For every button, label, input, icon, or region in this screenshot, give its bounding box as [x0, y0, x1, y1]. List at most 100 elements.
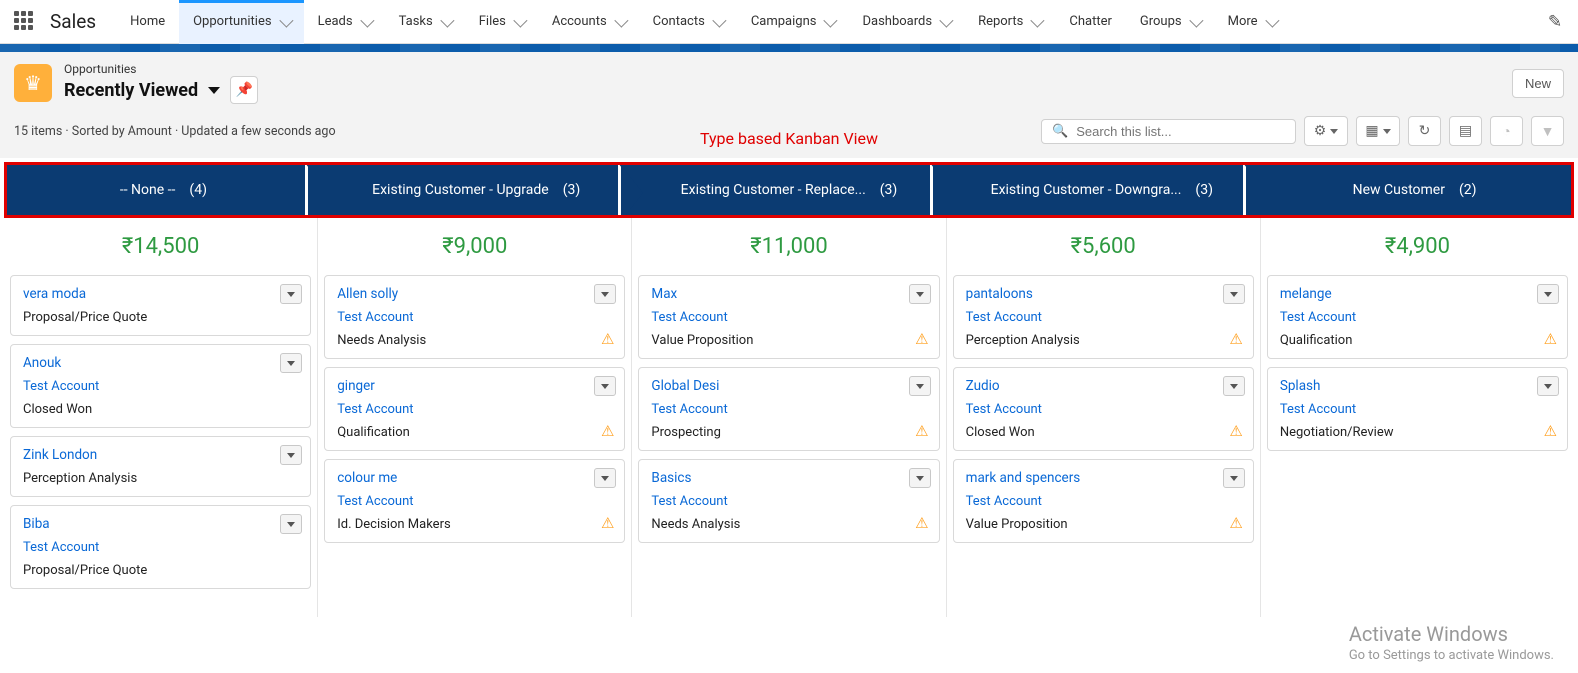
card-title-link[interactable]: Biba	[23, 516, 298, 532]
refresh-button[interactable]: ↻	[1408, 116, 1441, 146]
nav-item-dashboards[interactable]: Dashboards	[848, 0, 964, 44]
card-account-link[interactable]: Test Account	[651, 402, 926, 417]
kanban-card[interactable]: Zink LondonPerception Analysis	[10, 436, 311, 497]
chevron-down-icon	[601, 292, 609, 297]
card-account-link[interactable]: Test Account	[651, 494, 926, 509]
card-title-link[interactable]: ginger	[337, 378, 612, 394]
card-account-link[interactable]: Test Account	[337, 310, 612, 325]
card-account-link[interactable]: Test Account	[966, 402, 1241, 417]
card-title-link[interactable]: vera moda	[23, 286, 298, 302]
card-menu-button[interactable]	[1223, 468, 1245, 488]
list-view-switcher-icon[interactable]	[208, 87, 220, 94]
nav-item-home[interactable]: Home	[116, 0, 179, 44]
card-account-link[interactable]: Test Account	[337, 494, 612, 509]
card-account-link[interactable]: Test Account	[337, 402, 612, 417]
card-account-link[interactable]: Test Account	[966, 310, 1241, 325]
kanban-card[interactable]: vera modaProposal/Price Quote	[10, 275, 311, 336]
card-title-link[interactable]: Allen solly	[337, 286, 612, 302]
edit-nav-icon[interactable]: ✎	[1540, 12, 1570, 32]
card-title-link[interactable]: Basics	[651, 470, 926, 486]
card-menu-button[interactable]	[280, 284, 302, 304]
kanban-stage[interactable]: New Customer(2)	[1258, 165, 1571, 215]
kanban-stage-header: -- None --(4)Existing Customer - Upgrade…	[4, 162, 1574, 218]
kanban-card[interactable]: BasicsTest AccountNeeds Analysis⚠	[638, 459, 939, 543]
card-title-link[interactable]: Zudio	[966, 378, 1241, 394]
kanban-card[interactable]: melangeTest AccountQualification⚠	[1267, 275, 1568, 359]
kanban-stage[interactable]: Existing Customer - Replace...(3)	[633, 165, 946, 215]
nav-item-reports[interactable]: Reports	[964, 0, 1055, 44]
card-menu-button[interactable]	[1223, 284, 1245, 304]
nav-item-groups[interactable]: Groups	[1126, 0, 1214, 44]
card-account-link[interactable]: Test Account	[651, 310, 926, 325]
list-meta-text: 15 items · Sorted by Amount · Updated a …	[14, 124, 336, 139]
card-menu-button[interactable]	[1223, 376, 1245, 396]
kanban-card[interactable]: AnoukTest AccountClosed Won	[10, 344, 311, 428]
filter-button[interactable]: ▼	[1531, 116, 1564, 146]
kanban-stage[interactable]: -- None --(4)	[7, 165, 320, 215]
card-menu-button[interactable]	[1537, 376, 1559, 396]
search-input[interactable]	[1076, 124, 1285, 139]
card-menu-button[interactable]	[594, 376, 616, 396]
card-title-link[interactable]: Splash	[1280, 378, 1555, 394]
kanban-card[interactable]: gingerTest AccountQualification⚠	[324, 367, 625, 451]
nav-item-label: More	[1228, 14, 1258, 29]
card-menu-button[interactable]	[594, 284, 616, 304]
nav-item-files[interactable]: Files	[465, 0, 538, 44]
nav-item-tasks[interactable]: Tasks	[385, 0, 465, 44]
pin-icon: 📌	[235, 82, 252, 98]
nav-item-opportunities[interactable]: Opportunities	[179, 0, 303, 44]
kanban-card[interactable]: Allen sollyTest AccountNeeds Analysis⚠	[324, 275, 625, 359]
card-account-link[interactable]: Test Account	[23, 540, 298, 555]
card-title-link[interactable]: Anouk	[23, 355, 298, 371]
display-as-button[interactable]: ▦	[1356, 116, 1400, 146]
nav-item-more[interactable]: More	[1214, 0, 1290, 44]
pin-list-button[interactable]: 📌	[230, 76, 258, 104]
kanban-card[interactable]: MaxTest AccountValue Proposition⚠	[638, 275, 939, 359]
card-account-link[interactable]: Test Account	[23, 379, 298, 394]
card-menu-button[interactable]	[280, 445, 302, 465]
kanban-card[interactable]: colour meTest AccountId. Decision Makers…	[324, 459, 625, 543]
kanban-card[interactable]: mark and spencersTest AccountValue Propo…	[953, 459, 1254, 543]
card-account-link[interactable]: Test Account	[966, 494, 1241, 509]
kanban-stage[interactable]: Existing Customer - Downgra...(3)	[945, 165, 1258, 215]
card-menu-button[interactable]	[280, 353, 302, 373]
app-launcher-icon[interactable]	[14, 11, 36, 33]
inline-edit-button[interactable]: ▤	[1449, 116, 1482, 146]
kanban-card[interactable]: Global DesiTest AccountProspecting⚠	[638, 367, 939, 451]
card-menu-button[interactable]	[594, 468, 616, 488]
nav-item-chatter[interactable]: Chatter	[1055, 0, 1126, 44]
chevron-down-icon	[513, 13, 527, 27]
nav-item-leads[interactable]: Leads	[304, 0, 385, 44]
kanban-card[interactable]: pantaloonsTest AccountPerception Analysi…	[953, 275, 1254, 359]
card-menu-button[interactable]	[909, 468, 931, 488]
card-title-link[interactable]: Global Desi	[651, 378, 926, 394]
card-title-link[interactable]: melange	[1280, 286, 1555, 302]
card-title-link[interactable]: Zink London	[23, 447, 298, 463]
nav-item-accounts[interactable]: Accounts	[538, 0, 639, 44]
list-search[interactable]: 🔍	[1041, 119, 1296, 144]
stage-label: Existing Customer - Replace...	[681, 182, 866, 198]
card-menu-button[interactable]	[1537, 284, 1559, 304]
card-account-link[interactable]: Test Account	[1280, 402, 1555, 417]
card-title-link[interactable]: pantaloons	[966, 286, 1241, 302]
card-menu-button[interactable]	[909, 376, 931, 396]
card-account-link[interactable]: Test Account	[1280, 310, 1555, 325]
chart-button[interactable]: ◔	[1490, 116, 1523, 146]
chevron-down-icon	[1544, 384, 1552, 389]
card-menu-button[interactable]	[280, 514, 302, 534]
kanban-stage[interactable]: Existing Customer - Upgrade(3)	[320, 165, 633, 215]
nav-item-contacts[interactable]: Contacts	[639, 0, 737, 44]
list-view-controls-button[interactable]: ⚙	[1304, 116, 1348, 146]
kanban-card[interactable]: ZudioTest AccountClosed Won⚠	[953, 367, 1254, 451]
nav-item-campaigns[interactable]: Campaigns	[737, 0, 849, 44]
list-view-name[interactable]: Recently Viewed	[64, 80, 198, 101]
chevron-down-icon	[440, 13, 454, 27]
card-title-link[interactable]: mark and spencers	[966, 470, 1241, 486]
card-title-link[interactable]: Max	[651, 286, 926, 302]
kanban-card[interactable]: BibaTest AccountProposal/Price Quote	[10, 505, 311, 589]
card-title-link[interactable]: colour me	[337, 470, 612, 486]
card-menu-button[interactable]	[909, 284, 931, 304]
column-amount: ₹4,900	[1267, 226, 1568, 275]
new-button[interactable]: New	[1512, 69, 1564, 98]
kanban-card[interactable]: SplashTest AccountNegotiation/Review⚠	[1267, 367, 1568, 451]
